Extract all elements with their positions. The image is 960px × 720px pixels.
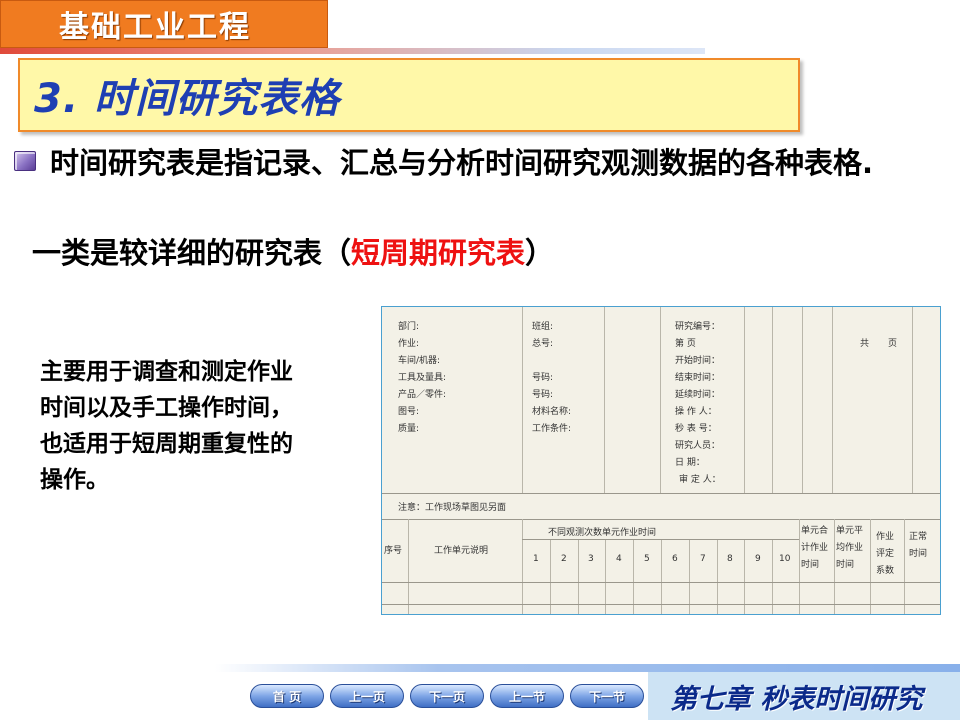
form-divider [832,307,833,493]
form-label: 研究编号： [675,322,721,332]
top-bar [328,0,960,48]
form-divider [912,307,913,493]
prev-page-button[interactable]: 上一页 [330,684,404,708]
col-normal-header: 正常时间 [909,532,928,559]
col-seq-header: 序号 [384,546,403,556]
bottom-stripe [215,664,960,672]
col-num: 4 [616,554,622,564]
col-rate-header: 作业评定系数 [876,532,895,576]
form-divider [744,307,745,493]
table-divider [870,519,871,614]
form-label: 产品／零件: [398,390,447,400]
form-label: 材料名称: [532,407,572,417]
table-line [382,582,940,583]
form-label: 研究人员： [675,441,721,451]
section-title: 3. 时间研究表格 [18,58,800,132]
header-stripe [0,48,705,54]
table-divider [408,519,409,614]
col-num: 2 [561,554,567,564]
form-line [382,519,940,520]
col-num: 9 [755,554,761,564]
side-description: 主要用于调查和测定作业时间以及手工操作时间，也适用于短周期重复性的操作。 [40,359,293,493]
highlight-text: 短周期研究表 [351,236,526,270]
form-label: 号码: [532,373,554,383]
col-avg-header: 单元平均作业时间 [836,526,864,570]
form-label: 号码: [532,390,554,400]
second-line-suffix: ） [525,236,555,270]
col-num: 10 [779,554,791,564]
form-label: 操 作 人： [675,407,717,417]
form-label: 秒 表 号： [675,424,717,434]
form-label: 结束时间： [675,373,721,383]
table-divider [834,519,835,614]
form-label: 作业: [398,339,420,349]
form-label: 第 页 [675,339,696,349]
col-desc-header: 工作单元说明 [434,546,489,556]
form-divider [772,307,773,493]
form-label: 图号: [398,407,420,417]
form-label: 部门: [398,322,420,332]
form-label: 班组: [532,322,554,332]
table-divider [904,519,905,614]
col-group-header: 不同观测次数单元作业时间 [548,528,657,538]
form-label: 共 [860,339,870,349]
col-num: 8 [727,554,733,564]
table-divider [799,519,800,614]
bullet-icon [14,151,36,171]
form-label: 工作条件: [532,424,572,434]
form-divider [522,307,523,493]
form-label: 开始时间： [675,356,721,366]
form-label: 日 期： [675,458,705,468]
col-num: 5 [644,554,650,564]
form-line [382,493,940,494]
table-line [522,539,799,540]
form-divider [604,307,605,493]
col-num: 1 [533,554,539,564]
form-note: 注意：工作现场草图见另面 [398,503,507,513]
form-label: 车间/机器: [398,356,441,366]
form-divider [660,307,661,493]
nav-bar: 首 页 上一页 下一页 上一节 下一节 [250,684,644,710]
form-label: 工具及量具: [398,373,447,383]
next-page-button[interactable]: 下一页 [410,684,484,708]
second-line: 一类是较详细的研究表（短周期研究表） [32,232,554,274]
prev-section-button[interactable]: 上一节 [490,684,564,708]
form-divider [802,307,803,493]
second-line-prefix: 一类是较详细的研究表（ [32,236,352,270]
col-num: 6 [672,554,678,564]
course-title: 基础工业工程 [0,0,328,48]
table-divider [522,519,523,614]
col-num: 7 [700,554,706,564]
form-label: 总号: [532,339,554,349]
next-section-button[interactable]: 下一节 [570,684,644,708]
col-num: 3 [588,554,594,564]
table-line [382,604,940,605]
form-label: 延续时间： [675,390,721,400]
time-study-form-image: 部门: 作业: 车间/机器: 工具及量具: 产品／零件: 图号: 质量: 班组:… [381,306,941,615]
form-label: 质量: [398,424,420,434]
col-sum-header: 单元合计作业时间 [801,526,829,570]
form-label: 审 定 人： [679,475,721,485]
chapter-label: 第七章 秒表时间研究 [648,672,960,720]
form-label: 页 [888,339,898,349]
home-button[interactable]: 首 页 [250,684,324,708]
bullet-text: 时间研究表是指记录、汇总与分析时间研究观测数据的各种表格. [50,146,874,180]
